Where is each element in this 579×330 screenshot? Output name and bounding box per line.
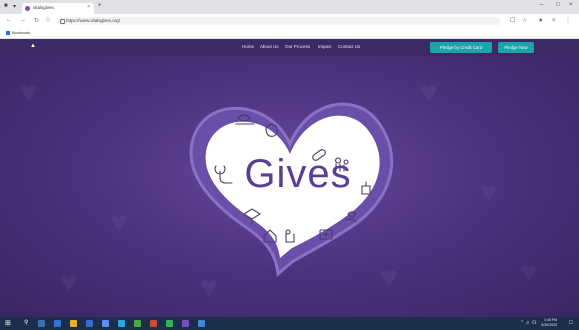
background-heart-icon: ♥ — [110, 206, 128, 239]
windows-taskbar: ⊞ ⚲ ⌃ ♬ ☊ 1:48 PM 6/30/2023 □ — [0, 317, 579, 330]
home-icon[interactable]: ⌂ — [46, 17, 50, 23]
start-icon[interactable]: ⊞ — [5, 319, 11, 327]
site-logo-icon[interactable]: ▲ — [30, 43, 36, 49]
back-icon[interactable]: ← — [6, 17, 12, 23]
favorite-star-icon[interactable]: ☆ — [522, 17, 527, 24]
task-view-icon[interactable] — [38, 320, 45, 327]
nav-impact[interactable]: Impact — [318, 44, 332, 49]
close-window-icon[interactable]: × — [569, 2, 573, 8]
bookmarks-bar: Bookmark — [0, 28, 579, 39]
nav-about-us[interactable]: About Us — [260, 44, 279, 49]
browser-tab-strip: ■ ▾ vitalsgives × + – □ × — [0, 0, 579, 14]
app-icon[interactable] — [198, 320, 205, 327]
notifications-icon[interactable]: □ — [569, 320, 573, 326]
hero-banner: ♥ ♥ ♥ ♥ ♥ ♥ ♥ ♥ Gives — [0, 56, 579, 317]
collections-icon[interactable]: ★ — [538, 17, 543, 24]
search-icon[interactable]: ⚲ — [24, 319, 28, 326]
background-heart-icon: ♥ — [20, 76, 38, 109]
extensions-icon[interactable]: ⚛ — [551, 17, 556, 24]
clock-date: 6/30/2023 — [541, 323, 557, 327]
nav-home[interactable]: Home — [242, 44, 254, 49]
store-icon[interactable] — [86, 320, 93, 327]
address-url: https://www.vitalsgives.org/ — [66, 18, 121, 23]
nav-contact-us[interactable]: Contact Us — [338, 44, 360, 49]
tab-close-icon[interactable]: × — [87, 4, 90, 10]
tab-actions-icon[interactable]: ▾ — [13, 3, 16, 10]
chrome-icon[interactable] — [134, 320, 141, 327]
forward-icon[interactable]: → — [20, 17, 26, 23]
bookmark-label: Bookmark — [12, 30, 31, 35]
bookmark-item[interactable]: Bookmark — [6, 30, 30, 35]
file-explorer-icon[interactable] — [70, 320, 77, 327]
minimize-icon[interactable]: – — [540, 2, 543, 8]
refresh-icon[interactable]: ↻ — [34, 17, 39, 24]
window-menu-icon[interactable]: ■ — [4, 3, 8, 9]
background-heart-icon: ♥ — [420, 76, 438, 109]
taskbar-clock[interactable]: 1:48 PM 6/30/2023 — [541, 318, 557, 328]
app-icon[interactable] — [166, 320, 173, 327]
browser-tab[interactable]: vitalsgives × — [22, 3, 94, 14]
background-heart-icon: ♥ — [480, 176, 498, 209]
settings-icon[interactable]: ⋮ — [565, 17, 571, 24]
lock-icon — [60, 19, 65, 24]
address-bar[interactable]: https://www.vitalsgives.org/ — [57, 17, 501, 25]
app-icon[interactable] — [118, 320, 125, 327]
background-heart-icon: ♥ — [60, 266, 78, 299]
reader-icon[interactable]: ☐ — [510, 17, 515, 24]
app-icon[interactable] — [150, 320, 157, 327]
maximize-icon[interactable]: □ — [556, 2, 560, 8]
edge-icon[interactable] — [54, 320, 61, 327]
pledge-now-button[interactable]: Pledge Now — [498, 42, 534, 53]
pledge-credit-card-button[interactable]: Pledge by Credit Card — [430, 42, 492, 53]
bookmark-icon — [6, 30, 10, 35]
gives-logo-text: Gives — [244, 152, 352, 196]
site-navbar: ▲ Home About Us Our Process Impact Conta… — [0, 39, 579, 56]
tab-title: vitalsgives — [33, 5, 54, 10]
nav-our-process[interactable]: Our Process — [285, 44, 310, 49]
new-tab-icon[interactable]: + — [98, 3, 102, 9]
app-icon[interactable] — [182, 320, 189, 327]
mail-icon[interactable] — [102, 320, 109, 327]
system-tray-icons[interactable]: ⌃ ♬ ☊ — [520, 320, 536, 326]
tab-favicon-icon — [25, 6, 30, 11]
background-heart-icon: ♥ — [520, 256, 538, 289]
